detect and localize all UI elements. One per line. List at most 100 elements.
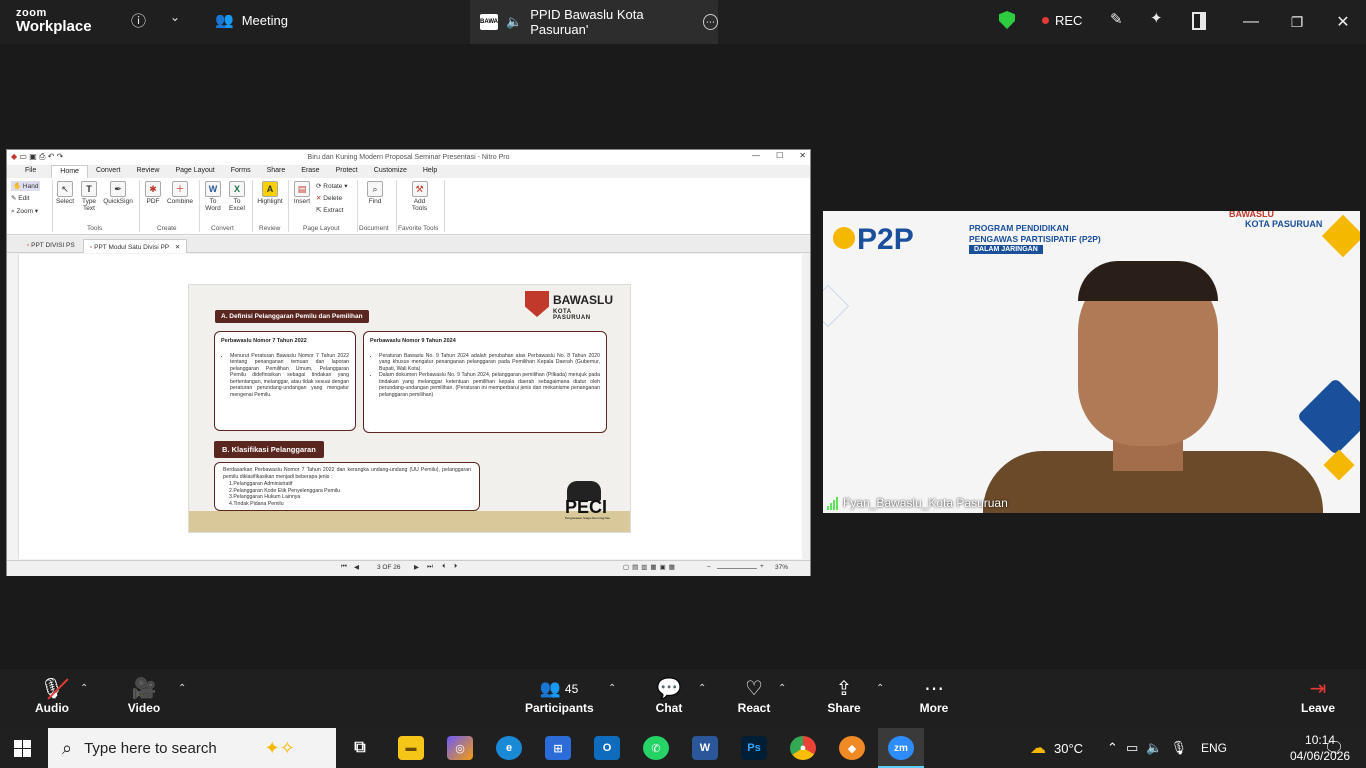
menu-customize[interactable]: Customize — [366, 165, 415, 178]
type-text-button[interactable]: T Type Text — [79, 181, 99, 213]
menu-erase[interactable]: Erase — [293, 165, 327, 178]
language-indicator[interactable]: ENG — [1201, 741, 1227, 755]
leave-button[interactable]: ⇥ Leave — [1298, 677, 1338, 715]
share-button[interactable]: ⇪ Share — [824, 677, 864, 715]
volume-icon[interactable]: 🔈 — [1146, 740, 1162, 756]
open-icon[interactable]: ▭ — [19, 152, 27, 161]
participant-video-tile[interactable]: P2P PROGRAM PENDIDIKAN PENGAWAS PARTISIP… — [823, 211, 1360, 513]
extract-button[interactable]: ⇱ Extract — [316, 206, 344, 214]
to-word-button[interactable]: W To Word — [203, 181, 223, 213]
doc-tab-ppt-divisi-ps[interactable]: ▫ PPT DIVISI PS — [21, 239, 81, 253]
find-button[interactable]: ⌕ Find — [365, 181, 385, 205]
save-icon[interactable]: ▣ — [29, 152, 37, 161]
share-caret-icon[interactable]: ⌃ — [876, 683, 884, 694]
react-button[interactable]: ♡ React — [734, 677, 774, 715]
menu-help[interactable]: Help — [415, 165, 445, 178]
photoshop-icon[interactable]: Ps — [741, 736, 767, 760]
word-icon[interactable]: W — [692, 736, 718, 760]
insert-button[interactable]: ▤ Insert — [291, 181, 313, 205]
recording-indicator[interactable]: REC — [1042, 13, 1082, 28]
close-icon[interactable]: ✕ — [1328, 8, 1358, 36]
to-excel-button[interactable]: X To Excel — [227, 181, 247, 213]
left-panel-strip[interactable] — [7, 254, 19, 559]
info-icon[interactable]: ⓘ — [131, 10, 146, 31]
page-view-icons[interactable]: ▢▤▥▦▣▦ — [623, 563, 678, 571]
doc-tab-ppt-modul[interactable]: ▫ PPT Modul Satu Divisi PP ✕ — [83, 239, 188, 253]
notification-icon[interactable]: 🗨 — [1324, 738, 1344, 758]
zoom-taskbar-active[interactable]: zm — [878, 728, 924, 768]
undo-icon[interactable]: ↶ — [48, 152, 55, 161]
zoom-tool[interactable]: ⌕ Zoom ▾ — [11, 207, 38, 216]
restore-icon[interactable]: ❐ — [1282, 8, 1312, 36]
shield-security-icon[interactable] — [999, 11, 1015, 29]
page-indicator[interactable]: 3 OF 26 — [377, 564, 400, 571]
whatsapp-icon[interactable]: ✆ — [643, 736, 669, 760]
outlook-icon[interactable]: O — [594, 736, 620, 760]
side-panel-icon[interactable] — [1192, 12, 1206, 30]
audio-button[interactable]: 🎙 Audio — [32, 677, 72, 715]
more-button[interactable]: ⋯ More — [915, 677, 953, 715]
battery-icon[interactable]: ▭ — [1126, 740, 1138, 756]
file-explorer-icon[interactable]: ▬ — [398, 736, 424, 760]
combine-button[interactable]: ＋ Combine — [165, 181, 195, 205]
quick-access-toolbar[interactable]: ◆ ▭ ▣ ⎙ ↶ ↷ — [11, 152, 63, 162]
microphone-tray-icon[interactable]: 🎙 — [1170, 740, 1187, 756]
chevron-down-icon[interactable]: ⌄ — [170, 10, 180, 24]
microsoft-store-icon[interactable]: ⊞ — [545, 736, 571, 760]
add-tools-button[interactable]: ⚒ Add Tools — [407, 181, 432, 213]
menu-home[interactable]: Home — [51, 165, 88, 178]
video-options-caret-icon[interactable]: ⌃ — [178, 683, 186, 694]
participants-caret-icon[interactable]: ⌃ — [608, 683, 616, 694]
temperature[interactable]: 30°C — [1054, 741, 1083, 756]
video-button[interactable]: 🎥 Video — [124, 677, 164, 715]
zoom-out-icon[interactable]: – — [707, 563, 711, 570]
forward-icon[interactable]: ⏵ — [454, 563, 457, 571]
print-icon[interactable]: ⎙ — [39, 152, 45, 161]
nitro-maximize-icon[interactable]: ☐ — [776, 151, 783, 160]
copilot-icon[interactable]: ◎ — [447, 736, 473, 760]
audio-options-caret-icon[interactable]: ⌃ — [80, 683, 88, 694]
windows-start-icon[interactable] — [14, 740, 31, 757]
prev-page-icon[interactable]: ◀ — [354, 563, 359, 571]
next-page-icon[interactable]: ▶ — [414, 563, 419, 571]
meeting-tab[interactable]: 👥 Meeting — [215, 11, 288, 29]
menu-protect[interactable]: Protect — [328, 165, 366, 178]
menu-forms[interactable]: Forms — [223, 165, 259, 178]
chat-caret-icon[interactable]: ⌃ — [698, 683, 706, 694]
hidden-icons-chevron-icon[interactable]: ⌃ — [1107, 740, 1118, 756]
vpn-shield-icon[interactable]: ◆ — [839, 736, 865, 760]
hand-tool[interactable]: ✋ Hand — [11, 181, 41, 191]
screen-share-tab[interactable]: BAWA 🔈 PPID Bawaslu Kota Pasuruan' ⋯ — [470, 0, 718, 44]
menu-convert[interactable]: Convert — [88, 165, 129, 178]
back-icon[interactable]: ⏴ — [442, 563, 445, 571]
participants-button[interactable]: 👥 45 Participants — [525, 677, 594, 715]
sparkle-ai-icon[interactable]: ✦ — [1150, 9, 1163, 27]
quicksign-button[interactable]: ✒ QuickSign — [103, 181, 133, 205]
redo-icon[interactable]: ↷ — [57, 152, 64, 161]
zoom-slider[interactable] — [717, 568, 757, 569]
chrome-icon[interactable]: ● — [790, 736, 816, 760]
menu-share[interactable]: Share — [259, 165, 294, 178]
minimize-icon[interactable]: — — [1236, 8, 1266, 36]
vertical-scrollbar[interactable] — [802, 254, 810, 559]
chat-button[interactable]: 💬 Chat — [650, 677, 688, 715]
last-page-icon[interactable]: ⏭ — [427, 563, 433, 571]
first-page-icon[interactable]: ⏮ — [341, 563, 347, 571]
weather-icon[interactable]: ☁ — [1030, 738, 1046, 758]
delete-button[interactable]: ✕ Delete — [316, 194, 342, 202]
taskbar-search-box[interactable]: ⌕ Type here to search ✦✧ — [48, 728, 336, 768]
create-pdf-button[interactable]: ✱ PDF — [143, 181, 163, 205]
select-button[interactable]: ↖ Select — [55, 181, 75, 205]
task-view-icon[interactable]: ⧉ — [347, 736, 373, 760]
tab-close-icon[interactable]: ✕ — [175, 244, 180, 251]
pencil-icon[interactable]: ✎ — [1110, 10, 1123, 28]
highlight-button[interactable]: A Highlight — [255, 181, 285, 205]
react-caret-icon[interactable]: ⌃ — [778, 683, 786, 694]
zoom-in-icon[interactable]: + — [760, 563, 764, 570]
nitro-minimize-icon[interactable]: — — [752, 151, 760, 160]
rotate-button[interactable]: ⟳ Rotate ▾ — [316, 182, 348, 190]
more-options-icon[interactable]: ⋯ — [702, 14, 718, 30]
zoom-level[interactable]: 37% — [775, 564, 788, 571]
nitro-close-icon[interactable]: ✕ — [799, 151, 806, 160]
edit-tool[interactable]: ✎ Edit — [11, 194, 29, 202]
